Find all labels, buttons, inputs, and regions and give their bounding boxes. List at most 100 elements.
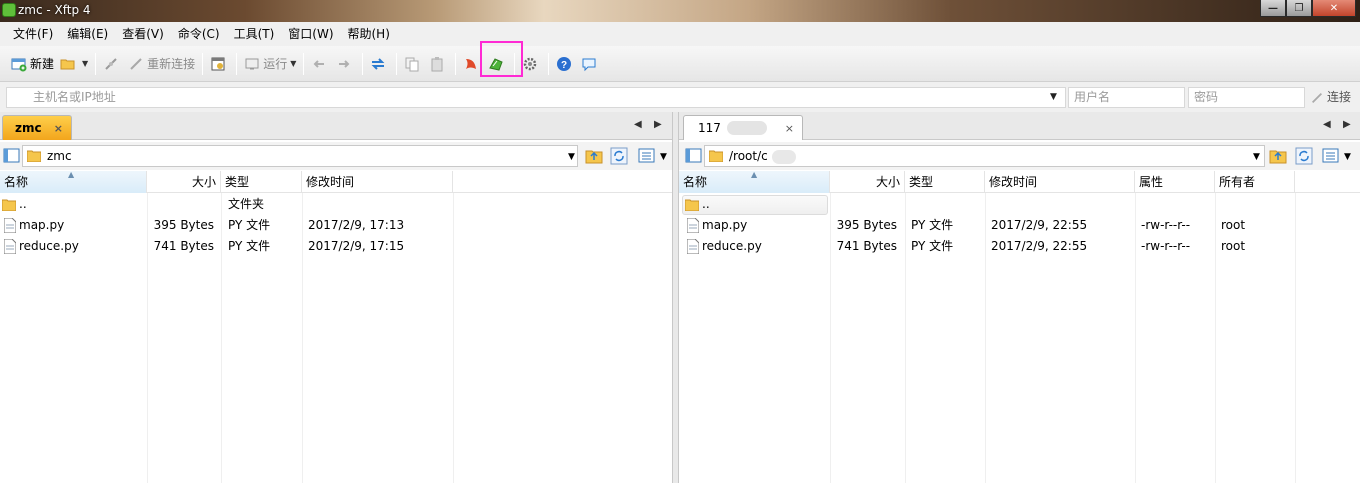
xshell-button[interactable] <box>460 52 485 76</box>
parent-folder-icon[interactable] <box>1269 147 1287 165</box>
menu-window[interactable]: 窗口(W) <box>281 22 340 46</box>
paste-button[interactable] <box>426 52 451 76</box>
new-session-button[interactable]: 新建 <box>8 52 57 76</box>
chevron-down-icon: ▼ <box>290 59 297 68</box>
toolbar-separator <box>396 52 398 75</box>
maximize-button[interactable]: ❐ <box>1286 0 1312 17</box>
remote-path-bar: /root/c ▼ ▼ <box>679 142 1360 170</box>
table-row[interactable]: map.py 395 Bytes PY 文件 2017/2/9, 17:13 <box>0 215 672 236</box>
refresh-icon[interactable] <box>1295 147 1313 165</box>
column-header-name-label: 名称 <box>4 175 29 189</box>
sync-button[interactable] <box>367 52 392 76</box>
disconnect-button[interactable] <box>100 52 125 76</box>
file-size: 741 Bytes <box>836 239 897 253</box>
column-header-modified[interactable]: 修改时间 <box>302 171 453 193</box>
file-modified: 2017/2/9, 17:15 <box>308 239 405 253</box>
python-file-icon <box>4 239 16 254</box>
refresh-icon[interactable] <box>610 147 628 165</box>
table-row[interactable]: map.py 395 Bytes PY 文件 2017/2/9, 22:55 -… <box>679 215 1360 236</box>
svg-text:?: ? <box>561 60 567 71</box>
menu-command[interactable]: 命令(C) <box>171 22 227 46</box>
column-header-size[interactable]: 大小 <box>147 171 221 193</box>
folder-icon <box>2 199 16 211</box>
file-modified: 2017/2/9, 22:55 <box>991 218 1088 232</box>
minimize-button[interactable]: — <box>1260 0 1286 17</box>
host-input[interactable]: 主机名或IP地址 <box>6 87 1066 108</box>
remote-path-input[interactable]: /root/c <box>704 145 1265 167</box>
feedback-button[interactable] <box>578 52 603 76</box>
column-header-name-label: 名称 <box>683 175 708 189</box>
column-header-size[interactable]: 大小 <box>830 171 905 193</box>
remote-pane: 117 × ◀ ▶ /root/c ▼ ▼ ▲ 名称 大小 类型 修改时间 属性… <box>679 112 1360 483</box>
forward-button[interactable] <box>333 52 358 76</box>
file-name: map.py <box>19 218 65 232</box>
reconnect-label: 重新连接 <box>147 57 196 71</box>
reconnect-button[interactable]: 重新连接 <box>125 52 198 76</box>
tab-prev-icon[interactable]: ◀ <box>1323 119 1331 130</box>
toolbar-separator <box>455 52 457 75</box>
view-mode-icon[interactable] <box>1322 147 1340 165</box>
close-icon[interactable]: × <box>54 122 63 135</box>
local-path-bar: zmc ▼ ▼ <box>0 142 672 170</box>
local-path-input[interactable]: zmc <box>22 145 578 167</box>
table-row[interactable]: reduce.py 741 Bytes PY 文件 2017/2/9, 22:5… <box>679 236 1360 257</box>
menu-view[interactable]: 查看(V) <box>115 22 171 46</box>
back-button[interactable] <box>308 52 333 76</box>
chevron-down-icon[interactable]: ▼ <box>1050 92 1057 102</box>
help-button[interactable]: ? <box>553 52 578 76</box>
tab-local[interactable]: zmc × <box>2 115 72 140</box>
password-field[interactable]: 密码 <box>1188 87 1305 108</box>
chevron-down-icon[interactable]: ▼ <box>568 152 575 162</box>
run-button[interactable]: 运行 ▼ <box>241 52 299 76</box>
column-header-attributes[interactable]: 属性 <box>1135 171 1215 193</box>
table-row[interactable]: .. 文件夹 <box>0 194 672 215</box>
xftp-button[interactable] <box>485 52 510 76</box>
table-row[interactable]: reduce.py 741 Bytes PY 文件 2017/2/9, 17:1… <box>0 236 672 257</box>
column-header-modified[interactable]: 修改时间 <box>985 171 1135 193</box>
pane-view-icon[interactable] <box>3 147 21 165</box>
open-button[interactable]: ▼ <box>57 52 91 76</box>
menu-tools[interactable]: 工具(T) <box>227 22 282 46</box>
username-field[interactable]: 用户名 <box>1068 87 1185 108</box>
menu-edit[interactable]: 编辑(E) <box>60 22 115 46</box>
tab-remote[interactable]: 117 × <box>683 115 803 140</box>
table-row[interactable]: .. <box>679 194 1360 215</box>
column-header-type[interactable]: 类型 <box>905 171 985 193</box>
window-title: zmc - Xftp 4 <box>18 3 91 17</box>
tab-next-icon[interactable]: ▶ <box>654 119 662 130</box>
column-header-type[interactable]: 类型 <box>221 171 302 193</box>
parent-folder-icon[interactable] <box>585 147 603 165</box>
pane-view-icon[interactable] <box>685 147 703 165</box>
menu-file[interactable]: 文件(F) <box>6 22 60 46</box>
connect-button[interactable]: 连接 <box>1310 87 1351 108</box>
chevron-down-icon[interactable]: ▼ <box>1253 152 1260 162</box>
file-name: .. <box>702 197 710 211</box>
file-name: reduce.py <box>19 239 79 253</box>
connect-label: 连接 <box>1327 90 1352 104</box>
open-folder-icon <box>60 59 75 69</box>
close-button[interactable]: ✕ <box>1312 0 1356 17</box>
arrow-right-icon <box>339 59 350 68</box>
close-icon[interactable]: × <box>785 122 794 135</box>
properties-button[interactable] <box>207 52 232 76</box>
file-type: PY 文件 <box>911 239 954 253</box>
settings-button[interactable] <box>519 52 544 76</box>
view-mode-icon[interactable] <box>638 147 656 165</box>
pane-splitter[interactable] <box>672 112 679 483</box>
copy-button[interactable] <box>401 52 426 76</box>
file-size: 741 Bytes <box>153 239 214 253</box>
chevron-down-icon[interactable]: ▼ <box>660 152 667 162</box>
tab-prev-icon[interactable]: ◀ <box>634 119 642 130</box>
menu-help[interactable]: 帮助(H) <box>341 22 397 46</box>
remote-tab-strip: 117 × ◀ ▶ <box>679 112 1360 140</box>
file-modified: 2017/2/9, 22:55 <box>991 239 1088 253</box>
tab-local-label: zmc <box>15 121 42 135</box>
xftp-icon <box>489 57 503 71</box>
python-file-icon <box>687 218 699 233</box>
column-header-owner[interactable]: 所有者 <box>1215 171 1295 193</box>
tab-next-icon[interactable]: ▶ <box>1343 119 1351 130</box>
chevron-down-icon[interactable]: ▼ <box>1344 152 1351 162</box>
file-owner: root <box>1221 239 1246 253</box>
column-header-name[interactable]: ▲ 名称 <box>0 170 147 193</box>
column-header-name[interactable]: ▲ 名称 <box>679 170 830 193</box>
